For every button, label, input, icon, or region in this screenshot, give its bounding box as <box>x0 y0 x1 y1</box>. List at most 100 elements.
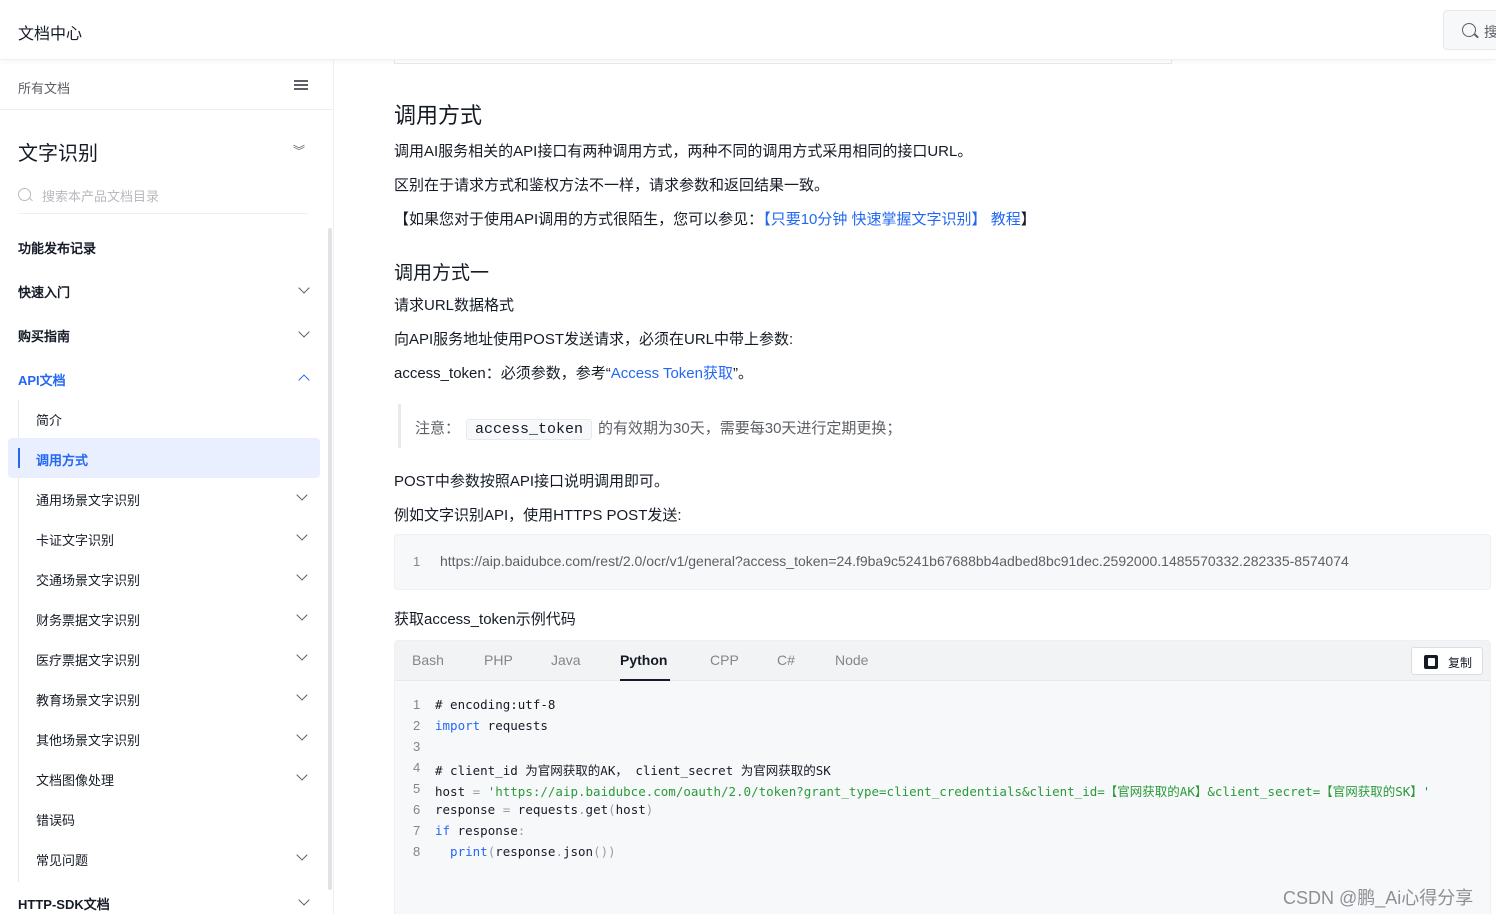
nav-item-label: API文档 <box>18 373 66 388</box>
doc-center-title[interactable]: 文档中心 <box>18 20 82 44</box>
sub-item-label: 文档图像处理 <box>36 773 115 788</box>
sub-item-label: 教育场景文字识别 <box>36 693 141 708</box>
tab-python[interactable]: Python <box>620 652 667 668</box>
sub-item-label: 调用方式 <box>36 453 89 468</box>
text: ”。 <box>733 365 753 382</box>
sub-item-label: 简介 <box>36 413 63 428</box>
main-content: 调用方式 调用AI服务相关的API接口有两种调用方式，两种不同的调用方式采用相同… <box>334 60 1496 914</box>
all-docs-label: 所有文档 <box>18 81 71 96</box>
paragraph: 请求URL数据格式 <box>394 297 515 314</box>
sub-item-label: 卡证文字识别 <box>36 533 115 548</box>
sub-item-label: 其他场景文字识别 <box>36 733 141 748</box>
chevron-down-icon <box>298 326 310 338</box>
doc-search-placeholder: 搜索本产品文档目录 <box>42 189 160 204</box>
sub-item-card-ocr[interactable]: 卡证文字识别 <box>36 518 310 558</box>
paragraph: 向API服务地址使用POST发送请求，必须在URL中带上参数: <box>394 331 794 348</box>
note-text: 的有效期为30天，需要每30天进行定期更换； <box>598 420 902 437</box>
chevron-down-icon <box>296 529 308 541</box>
chevron-down-icon <box>298 894 310 906</box>
chevron-down-icon <box>296 769 308 781</box>
sub-item-label: 财务票据文字识别 <box>36 613 141 628</box>
nav-item-release-notes[interactable]: 功能发布记录 <box>18 226 310 266</box>
tab-php[interactable]: PHP <box>484 652 513 668</box>
access-token-link[interactable]: Access Token获取 <box>611 365 733 382</box>
top-bar: 文档中心 搜 <box>0 0 1496 60</box>
sub-item-education-ocr[interactable]: 教育场景文字识别 <box>36 678 310 718</box>
copy-button[interactable]: 复制 <box>1411 647 1483 675</box>
sub-item-other-ocr[interactable]: 其他场景文字识别 <box>36 718 310 758</box>
tab-csharp[interactable]: C# <box>777 652 795 668</box>
chevron-down-icon <box>298 282 310 294</box>
tab-cpp[interactable]: CPP <box>710 652 739 668</box>
text: access_token：必须参数，参考“ <box>394 365 611 382</box>
chevron-down-icon <box>296 729 308 741</box>
chevron-down-icon <box>296 649 308 661</box>
sub-item-general-ocr[interactable]: 通用场景文字识别 <box>36 478 310 518</box>
sub-item-label: 错误码 <box>36 813 76 828</box>
language-tabs: Bash PHP Java Python CPP C# Node 复制 <box>395 641 1490 681</box>
paragraph: POST中参数按照API接口说明调用即可。 <box>394 473 670 490</box>
tutorial-link[interactable]: 【只要10分钟 快速掌握文字识别】 教程 <box>763 211 1021 228</box>
sidebar: 所有文档 文字识别 ︾ 搜索本产品文档目录 功能发布记录 快速入门 购买指南 A… <box>0 60 334 914</box>
paragraph: 例如文字识别API，使用HTTPS POST发送: <box>394 507 682 524</box>
chevron-down-icon <box>296 569 308 581</box>
sub-item-traffic-ocr[interactable]: 交通场景文字识别 <box>36 558 310 598</box>
sub-item-finance-ocr[interactable]: 财务票据文字识别 <box>36 598 310 638</box>
nav-item-http-sdk[interactable]: HTTP-SDK文档 <box>18 882 310 922</box>
sub-item-doc-image[interactable]: 文档图像处理 <box>36 758 310 798</box>
tab-node[interactable]: Node <box>835 652 868 668</box>
inline-code: access_token <box>466 419 593 440</box>
chevron-down-icon <box>296 609 308 621</box>
line-number: 1 <box>413 554 421 569</box>
sub-item-label: 医疗票据文字识别 <box>36 653 141 668</box>
chevron-down-icon <box>296 489 308 501</box>
paragraph: 区别在于请求方式和鉴权方法不一样，请求参数和返回结果一致。 <box>394 177 830 194</box>
subsection-title: 调用方式一 <box>394 263 490 284</box>
url-text: https://aip.baidubce.com/rest/2.0/ocr/v1… <box>440 553 1349 569</box>
nav-item-api-docs[interactable]: API文档 <box>18 358 310 398</box>
note-label: 注意： <box>415 420 461 437</box>
doc-search-input[interactable]: 搜索本产品文档目录 <box>18 182 308 214</box>
active-tab-indicator <box>620 679 670 681</box>
product-title[interactable]: 文字识别 <box>18 137 98 166</box>
nav-item-label: 功能发布记录 <box>18 241 97 256</box>
sub-item-label: 常见问题 <box>36 853 89 868</box>
copy-label: 复制 <box>1448 656 1473 670</box>
sub-item-invocation[interactable]: 调用方式 <box>8 438 320 478</box>
sub-item-label: 交通场景文字识别 <box>36 573 141 588</box>
table-edge <box>394 60 1172 64</box>
access-token-paragraph: access_token：必须参数，参考“Access Token获取”。 <box>394 362 753 383</box>
note-block: 注意： access_token 的有效期为30天，需要每30天进行定期更换； <box>398 404 918 448</box>
chevron-up-icon <box>298 374 310 386</box>
tab-java[interactable]: Java <box>551 652 581 668</box>
sub-item-error-codes[interactable]: 错误码 <box>36 798 310 838</box>
chevron-down-icon <box>296 849 308 861</box>
text: 】 <box>1020 211 1036 228</box>
url-code-block: 1 https://aip.baidubce.com/rest/2.0/ocr/… <box>394 534 1491 590</box>
sub-item-intro[interactable]: 简介 <box>36 398 310 438</box>
section-title: 调用方式 <box>394 103 483 128</box>
tab-bash[interactable]: Bash <box>412 652 444 668</box>
nav-item-label: 快速入门 <box>18 285 71 300</box>
sub-item-medical-ocr[interactable]: 医疗票据文字识别 <box>36 638 310 678</box>
global-search[interactable]: 搜 <box>1443 10 1496 50</box>
nav-item-label: 购买指南 <box>18 329 71 344</box>
copy-icon <box>1424 655 1438 669</box>
search-label: 搜 <box>1484 24 1496 40</box>
list-icon[interactable] <box>294 80 308 90</box>
nav-item-purchase-guide[interactable]: 购买指南 <box>18 314 310 354</box>
code-sample-block: Bash PHP Java Python CPP C# Node 复制 1 # … <box>394 640 1491 914</box>
double-chevron-down-icon[interactable]: ︾ <box>293 142 305 159</box>
sub-item-label: 通用场景文字识别 <box>36 493 141 508</box>
search-icon <box>18 188 31 201</box>
paragraph: 获取access_token示例代码 <box>394 611 576 628</box>
csdn-watermark: CSDN @鹏_Ai心得分享 <box>1283 888 1474 908</box>
chevron-down-icon <box>296 689 308 701</box>
sub-item-faq[interactable]: 常见问题 <box>36 838 310 878</box>
all-docs-bar[interactable]: 所有文档 <box>0 60 333 110</box>
nav-item-quickstart[interactable]: 快速入门 <box>18 270 310 310</box>
search-icon <box>1462 23 1476 37</box>
nav-item-label: HTTP-SDK文档 <box>18 897 110 912</box>
tutorial-paragraph: 【如果您对于使用API调用的方式很陌生，您可以参见：【只要10分钟 快速掌握文字… <box>394 208 1036 229</box>
sidebar-scrollbar[interactable] <box>328 228 332 890</box>
